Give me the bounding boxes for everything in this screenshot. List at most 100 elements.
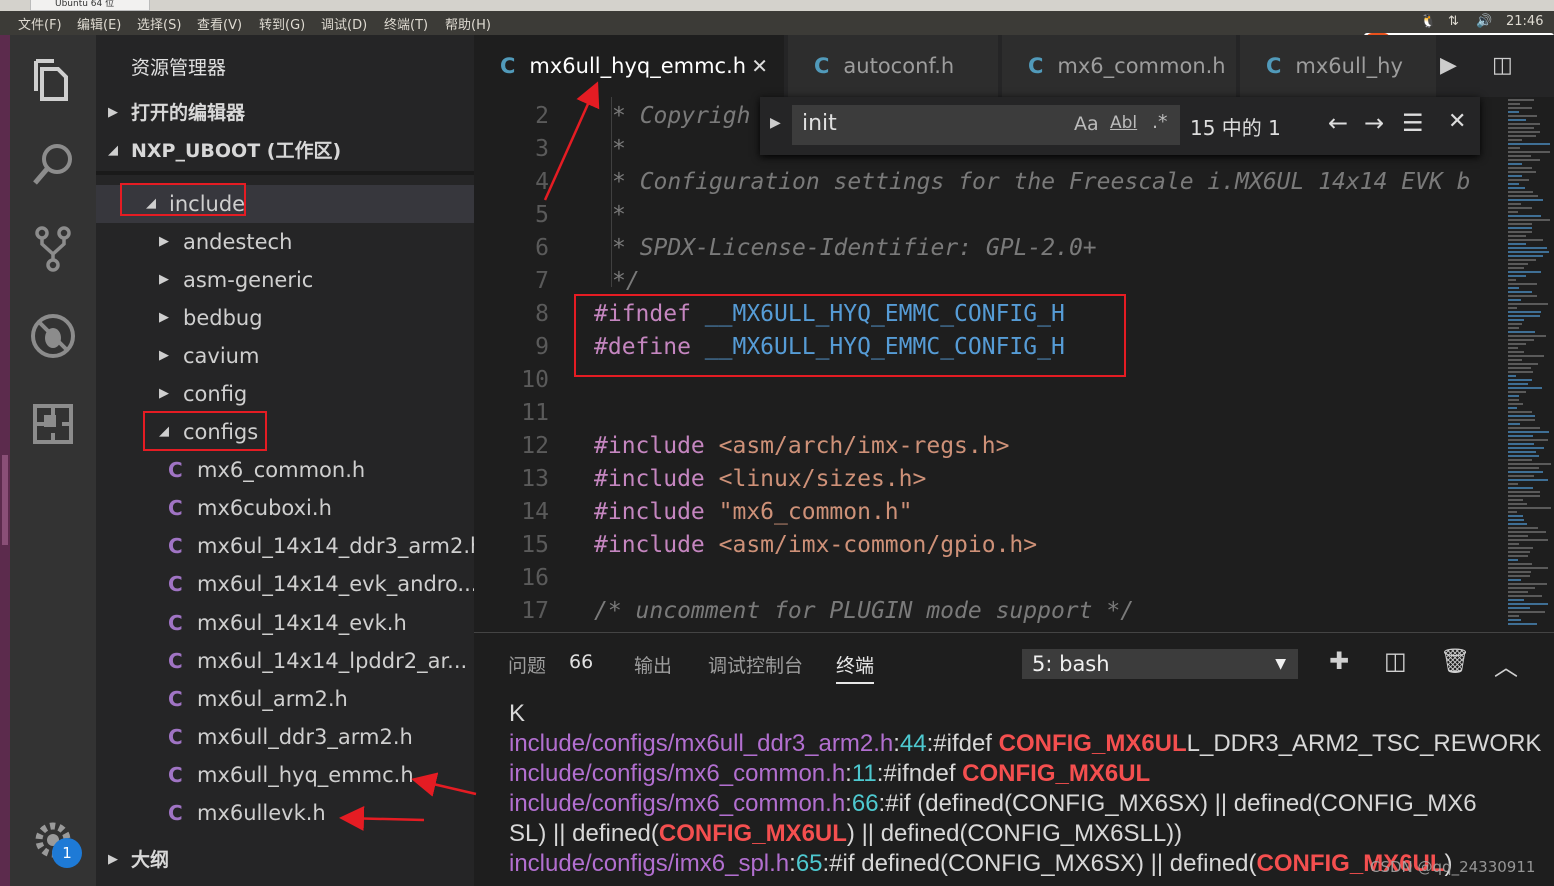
- match-word-toggle[interactable]: Abl: [1110, 113, 1137, 133]
- search-icon[interactable]: [28, 139, 78, 189]
- menu-edit[interactable]: 编辑(E): [77, 14, 121, 33]
- line-number: 5: [535, 202, 549, 228]
- tab-output[interactable]: 输出: [634, 651, 672, 678]
- clock[interactable]: 21:46: [1506, 14, 1543, 29]
- toggle-replace-icon[interactable]: ▶: [770, 115, 781, 131]
- tab-autoconf[interactable]: Cautoconf.h: [788, 35, 998, 97]
- bottom-panel: 问题 66 输出 调试控制台 终端 5: bash ▼ ✚ ◫ 🗑 ︿ K inc…: [474, 632, 1554, 886]
- tab-mx6ull-hy[interactable]: Cmx6ull_hy: [1240, 35, 1436, 97]
- host-window-strip: Ubuntu 64 位: [0, 0, 1554, 11]
- tree-folder-cavium[interactable]: ▶ cavium: [96, 337, 474, 375]
- tree-file[interactable]: C mx6ull_ddr3_arm2.h: [96, 718, 474, 756]
- tree-file-hyq-emmc[interactable]: C mx6ull_hyq_emmc.h: [96, 756, 474, 794]
- tree-file-mx6ullevk[interactable]: C mx6ullevk.h: [96, 794, 474, 832]
- explorer-icon[interactable]: [28, 55, 78, 105]
- source-control-icon[interactable]: [28, 223, 78, 273]
- tree-folder-andestech[interactable]: ▶ andestech: [96, 223, 474, 261]
- maximize-panel-icon[interactable]: ︿: [1494, 647, 1518, 682]
- tree-file[interactable]: C mx6_common.h: [96, 451, 474, 489]
- menu-file[interactable]: 文件(F): [18, 14, 62, 33]
- close-icon[interactable]: ✕: [751, 35, 768, 97]
- chevron-right-icon: ▶: [159, 386, 169, 401]
- trash-icon[interactable]: 🗑: [1440, 647, 1470, 675]
- activity-bar: [10, 35, 96, 886]
- menu-view[interactable]: 查看(V): [197, 14, 242, 33]
- regex-toggle[interactable]: .*: [1152, 111, 1168, 133]
- code-editor[interactable]: 2 3 4 5 6 7 8 9 10 11 12 13 14 15 16 17 …: [474, 97, 1506, 632]
- tree-file[interactable]: C mx6cuboxi.h: [96, 489, 474, 527]
- debug-icon[interactable]: [28, 311, 78, 361]
- linux-icon[interactable]: 🐧: [1420, 14, 1436, 29]
- c-file-icon: C: [168, 534, 183, 558]
- previous-match-icon[interactable]: ←: [1328, 109, 1348, 137]
- tree-folder-asm-generic[interactable]: ▶ asm-generic: [96, 261, 474, 299]
- annotation-box-include: [120, 183, 246, 216]
- match-case-toggle[interactable]: Aa: [1074, 113, 1099, 135]
- tab-mx6ull-hyq-emmc[interactable]: Cmx6ull_hyq_emmc.h ✕: [474, 35, 784, 97]
- outline-section[interactable]: ▶ 大纲: [96, 841, 474, 879]
- watermark: CSDN @qq_24330911: [1370, 858, 1536, 876]
- line-number: 6: [535, 235, 549, 261]
- workspace-section[interactable]: ◢ NXP_UBOOT (工作区): [96, 132, 474, 170]
- tab-problems[interactable]: 问题: [508, 651, 546, 678]
- volume-icon[interactable]: 🔊: [1476, 14, 1492, 29]
- split-terminal-icon[interactable]: ◫: [1384, 647, 1407, 675]
- tree-folder-config[interactable]: ▶ config: [96, 375, 474, 413]
- menu-help[interactable]: 帮助(H): [445, 14, 491, 33]
- code-line: #include "mx6_common.h": [594, 499, 913, 525]
- line-number: 15: [521, 532, 549, 558]
- c-file-icon: C: [1028, 54, 1044, 78]
- explorer-sidebar: 资源管理器 ▶ 打开的编辑器 ◢ NXP_UBOOT (工作区) ◢ inclu…: [96, 35, 474, 886]
- find-result-count: 15 中的 1: [1190, 116, 1281, 140]
- menu-go[interactable]: 转到(G): [259, 14, 305, 33]
- c-file-icon: C: [168, 763, 183, 787]
- next-match-icon[interactable]: →: [1364, 109, 1384, 137]
- extensions-icon[interactable]: [28, 399, 78, 449]
- code-line: * SPDX-License-Identifier: GPL-2.0+: [612, 235, 1097, 261]
- tab-mx6-common[interactable]: Cmx6_common.h: [1002, 35, 1236, 97]
- c-file-icon: C: [168, 687, 183, 711]
- find-in-selection-icon[interactable]: ☰: [1402, 109, 1424, 137]
- tree-file[interactable]: C mx6ul_14x14_lpddr2_ar...: [96, 642, 474, 680]
- split-editor-icon[interactable]: ◫: [1492, 53, 1513, 78]
- terminal-line: include/configs/imx6_spl.h:65:#if define…: [509, 850, 1453, 877]
- line-number: 12: [521, 433, 549, 459]
- run-icon[interactable]: ▶: [1440, 53, 1457, 78]
- minimap[interactable]: [1506, 97, 1554, 632]
- tab-debug-console[interactable]: 调试控制台: [708, 651, 803, 678]
- menu-debug[interactable]: 调试(D): [321, 14, 367, 33]
- host-tab[interactable]: Ubuntu 64 位: [30, 0, 150, 11]
- close-find-icon[interactable]: ✕: [1448, 109, 1466, 134]
- code-line: #include <linux/sizes.h>: [594, 466, 927, 492]
- menu-terminal[interactable]: 终端(T): [384, 14, 428, 33]
- annotation-box-include-guard: [574, 294, 1126, 377]
- line-number: 7: [535, 268, 549, 294]
- c-file-icon: C: [168, 458, 183, 482]
- terminal-select[interactable]: 5: bash ▼: [1022, 649, 1298, 679]
- c-file-icon: C: [168, 496, 183, 520]
- notification-badge[interactable]: 1: [52, 838, 82, 868]
- tab-terminal[interactable]: 终端: [836, 651, 875, 684]
- chevron-right-icon: ▶: [159, 348, 169, 363]
- tree-file[interactable]: C mx6ul_14x14_evk_andro...: [96, 565, 474, 603]
- c-file-icon: C: [168, 611, 183, 635]
- line-number: 10: [521, 367, 549, 393]
- line-number: 11: [521, 400, 549, 426]
- tree-file[interactable]: C mx6ul_arm2.h: [96, 680, 474, 718]
- line-number: 3: [535, 136, 549, 162]
- c-file-icon: C: [168, 725, 183, 749]
- tree-file[interactable]: C mx6ul_14x14_ddr3_arm2.h: [96, 527, 474, 565]
- code-line: *: [612, 136, 626, 162]
- tree-folder-bedbug[interactable]: ▶ bedbug: [96, 299, 474, 337]
- new-terminal-icon[interactable]: ✚: [1329, 647, 1349, 675]
- menu-selection[interactable]: 选择(S): [137, 14, 181, 33]
- chevron-down-icon: ◢: [108, 143, 118, 158]
- c-file-icon: C: [1266, 54, 1282, 78]
- code-line: * Configuration settings for the Freesca…: [612, 169, 1471, 195]
- code-line: * Copyrigh: [612, 103, 751, 129]
- tree-file[interactable]: C mx6ul_14x14_evk.h: [96, 604, 474, 642]
- chevron-right-icon: ▶: [159, 310, 169, 325]
- open-editors-section[interactable]: ▶ 打开的编辑器: [96, 94, 474, 132]
- network-icon[interactable]: ⇅: [1448, 14, 1459, 29]
- chevron-down-icon: ▼: [1275, 656, 1286, 672]
